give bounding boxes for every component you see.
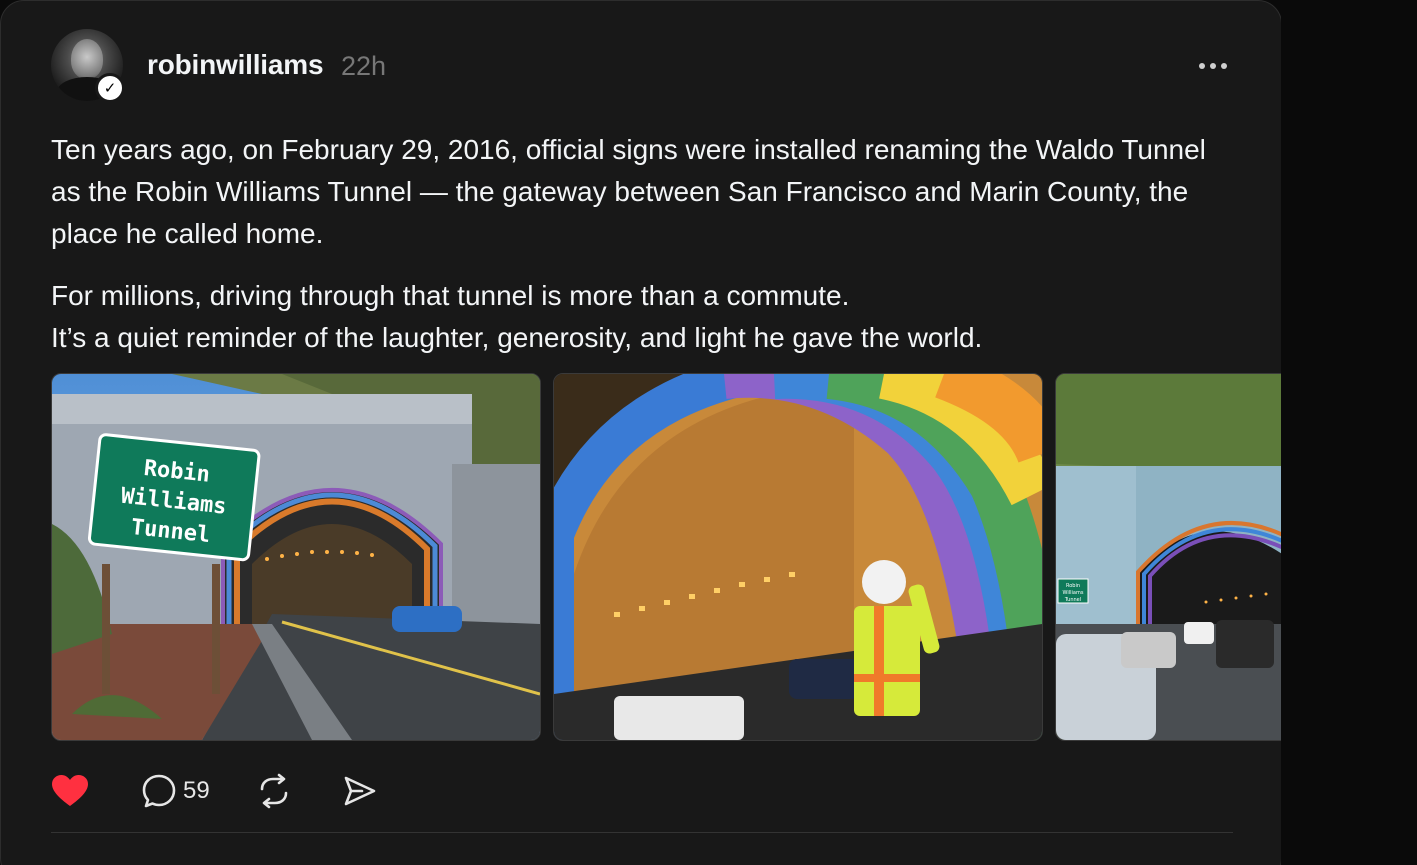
dot-icon (1210, 63, 1216, 69)
tunnel-traffic-photo[interactable]: Robin Williams Tunnel (1055, 373, 1281, 741)
tunnel-traffic-image: Robin Williams Tunnel (1056, 374, 1281, 740)
share-button[interactable] (342, 773, 378, 809)
repost-button[interactable] (256, 773, 292, 809)
dot-icon (1199, 63, 1205, 69)
reply-button[interactable]: 59 (141, 773, 210, 809)
repost-icon (260, 773, 288, 809)
post-paragraph: For millions, driving through that tunne… (51, 280, 983, 353)
avatar-face (71, 39, 103, 79)
post-paragraph: Ten years ago, on February 29, 2016, off… (51, 134, 1206, 249)
post-actions: 59 (51, 771, 378, 811)
dot-icon (1221, 63, 1227, 69)
rainbow-painting-image (554, 374, 1042, 740)
reply-count: 59 (183, 777, 210, 804)
tunnel-sign-image: Robin Williams Tunnel (52, 374, 540, 740)
post-divider (51, 832, 1233, 833)
username[interactable]: robinwilliams (147, 49, 324, 81)
page: ✓ robinwilliams 22h Ten years ago, on Fe… (0, 0, 1417, 865)
sign-text-line: Williams (1063, 590, 1084, 596)
tunnel-sign-photo[interactable]: Robin Williams Tunnel (51, 373, 541, 741)
right-background (1281, 0, 1417, 865)
speech-bubble-icon (142, 774, 176, 808)
verified-badge-icon: ✓ (95, 73, 125, 103)
sign-text-line: Tunnel (1064, 597, 1081, 603)
send-icon (344, 776, 376, 806)
media-carousel[interactable]: Robin Williams Tunnel Robin Williams Tun… (51, 373, 1281, 741)
sign-text-line: Robin (1066, 583, 1080, 589)
more-options-button[interactable] (1193, 51, 1233, 81)
post-card: ✓ robinwilliams 22h Ten years ago, on Fe… (0, 0, 1282, 865)
post-body: Ten years ago, on February 29, 2016, off… (51, 129, 1231, 359)
heart-icon (52, 775, 88, 806)
rainbow-painting-photo[interactable] (553, 373, 1043, 741)
post-timestamp[interactable]: 22h (341, 51, 386, 82)
like-button[interactable] (51, 774, 91, 808)
